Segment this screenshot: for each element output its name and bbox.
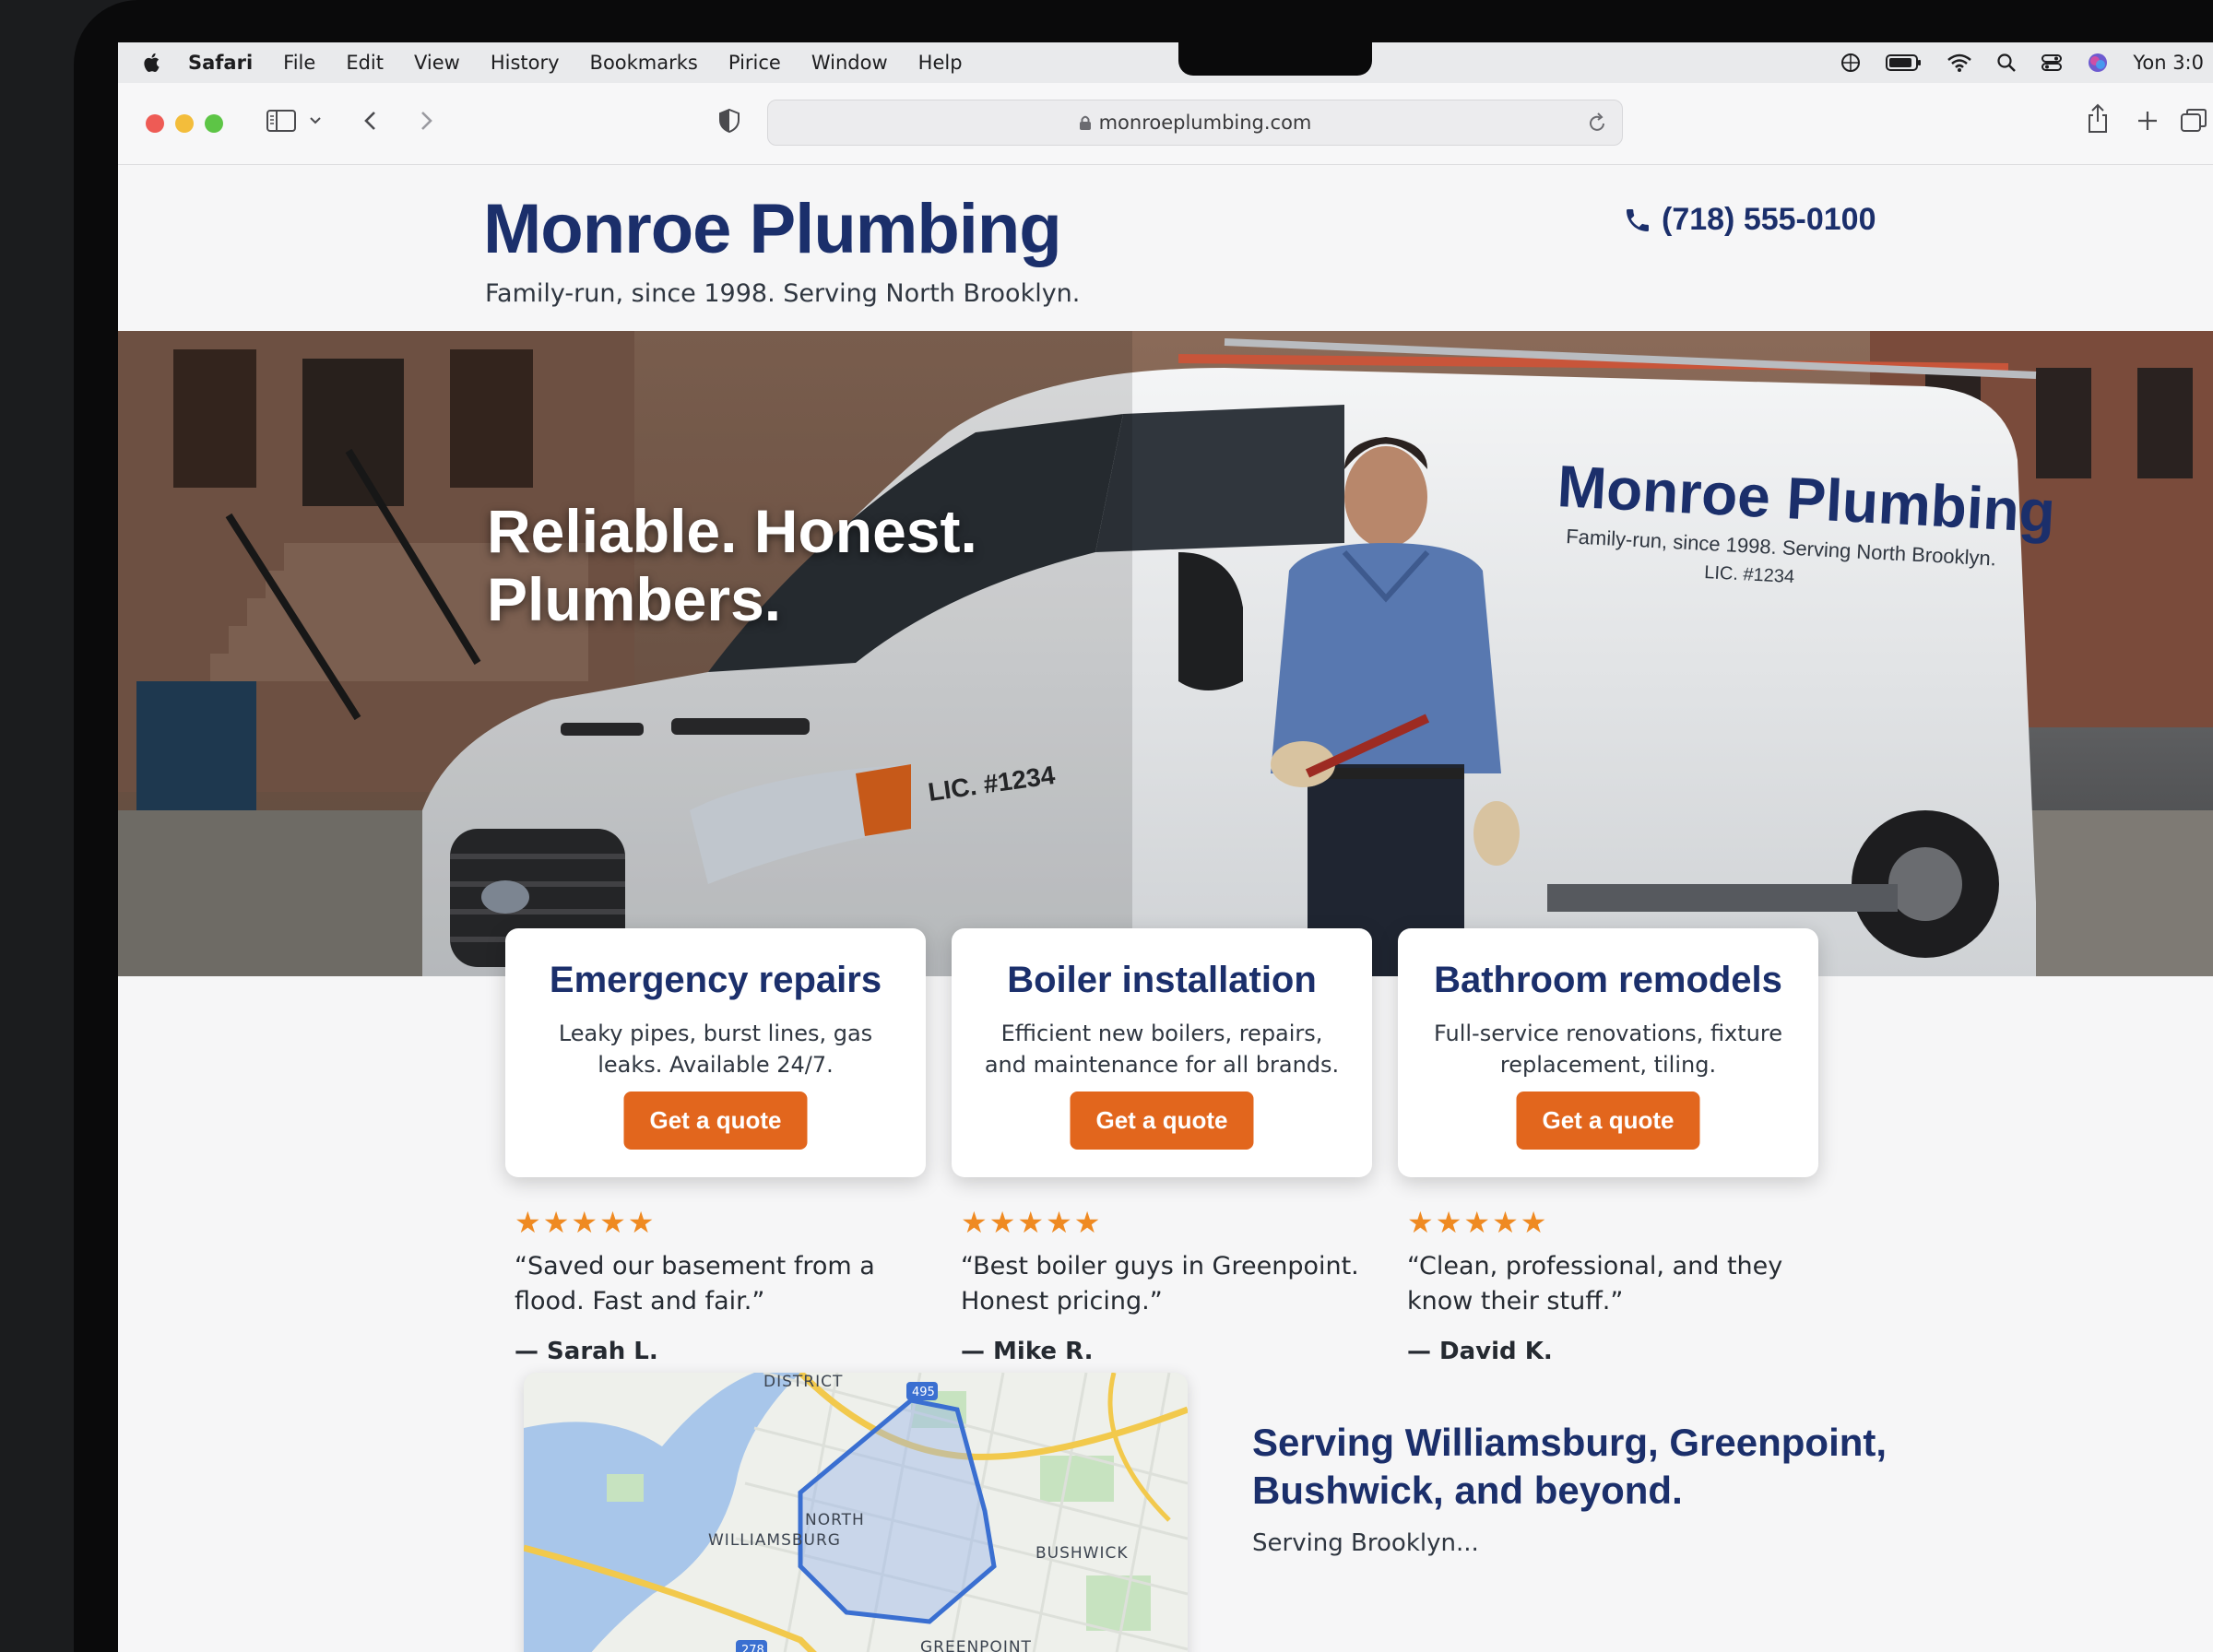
back-icon[interactable]	[360, 107, 382, 135]
service-area-subtext: Serving Brooklyn...	[1252, 1529, 1479, 1557]
review: ★★★★★ “Best boiler guys in Greenpoint. H…	[961, 1205, 1385, 1365]
service-card-description: Leaky pipes, burst lines, gas leaks. Ava…	[558, 1021, 873, 1078]
review-author: — Sarah L.	[515, 1338, 658, 1365]
wifi-icon[interactable]	[1947, 53, 1972, 73]
camera-notch	[1178, 42, 1372, 76]
menu-window[interactable]: Window	[811, 52, 888, 74]
browser-toolbar: monroeplumbing.com	[118, 83, 2213, 165]
menu-help[interactable]: Help	[918, 52, 963, 74]
service-card-boiler-installation: Boiler installation Efficient new boiler…	[952, 928, 1372, 1177]
share-icon[interactable]	[2086, 103, 2110, 135]
site-tagline: Family-run, since 1998. Serving North Br…	[485, 279, 1081, 308]
menu-view[interactable]: View	[414, 52, 460, 74]
review-text: “Clean, professional, and they know thei…	[1407, 1252, 1783, 1316]
web-page: Monroe Plumbing Family-run, since 1998. …	[118, 165, 2213, 1652]
menu-edit[interactable]: Edit	[346, 52, 384, 74]
hero-headline: Reliable. Honest. Plumbers.	[487, 497, 1132, 633]
service-area-map[interactable]: 495 278 DISTRICT NORTH WILLIAMSBURG BUSH…	[524, 1373, 1188, 1652]
menu-history[interactable]: History	[491, 52, 560, 74]
chevron-down-icon[interactable]	[308, 114, 323, 127]
map-label-greenpoint: GREENPOINT	[920, 1638, 1032, 1652]
tab-overview-icon[interactable]	[2180, 107, 2207, 135]
service-card-description: Efficient new boilers, repairs, and main…	[984, 1021, 1340, 1078]
status-area: Yon 3:0	[1840, 42, 2213, 83]
spotlight-search-icon[interactable]	[1996, 53, 2017, 73]
get-quote-button[interactable]: Get a quote	[1070, 1092, 1254, 1150]
map-label-williamsburg: WILLIAMSBURG	[708, 1531, 841, 1550]
menu-bookmarks[interactable]: Bookmarks	[590, 52, 698, 74]
menu-file[interactable]: File	[283, 52, 315, 74]
get-quote-button[interactable]: Get a quote	[623, 1092, 808, 1150]
service-card-bathroom-remodels: Bathroom remodels Full-service renovatio…	[1398, 928, 1818, 1177]
battery-icon[interactable]	[1886, 53, 1923, 73]
map-label-district: DISTRICT	[763, 1373, 844, 1391]
zoom-window-button[interactable]	[205, 114, 223, 133]
url-text: monroeplumbing.com	[1098, 112, 1312, 134]
siri-icon[interactable]	[2087, 52, 2109, 74]
apple-menu-icon[interactable]	[140, 51, 164, 75]
review: ★★★★★ “Clean, professional, and they kno…	[1407, 1205, 1831, 1365]
review-text: “Best boiler guys in Greenpoint. Honest …	[961, 1252, 1359, 1316]
screen: Safari File Edit View History Bookmarks …	[118, 42, 2213, 1652]
route-278-shield: 278	[741, 1644, 764, 1652]
service-card-description: Full-service renovations, fixture replac…	[1434, 1021, 1782, 1078]
lock-icon	[1079, 115, 1091, 130]
service-card-title: Emergency repairs	[549, 960, 882, 1000]
privacy-shield-icon[interactable]	[717, 107, 741, 135]
sidebar-icon[interactable]	[266, 107, 297, 135]
reload-icon[interactable]	[1587, 112, 1607, 134]
forward-icon[interactable]	[415, 107, 437, 135]
control-center-icon[interactable]	[2041, 53, 2063, 73]
review-author: — Mike R.	[961, 1338, 1094, 1365]
new-tab-icon[interactable]	[2136, 107, 2160, 135]
menu-bar: Safari File Edit View History Bookmarks …	[118, 42, 2213, 83]
address-bar[interactable]: monroeplumbing.com	[767, 100, 1623, 146]
hero-photo: Monroe Plumbing Family-run, since 1998. …	[118, 331, 2213, 976]
service-area-heading: Serving Williamsburg, Greenpoint, Bushwi…	[1252, 1421, 1888, 1512]
review: ★★★★★ “Saved our basement from a flood. …	[515, 1205, 939, 1365]
minimize-window-button[interactable]	[175, 114, 194, 133]
service-card-title: Bathroom remodels	[1434, 960, 1782, 1000]
star-rating: ★★★★★	[961, 1205, 1103, 1240]
phone-number: (718) 555-0100	[1662, 202, 1876, 237]
star-rating: ★★★★★	[515, 1205, 657, 1240]
service-card-emergency-repairs: Emergency repairs Leaky pipes, burst lin…	[505, 928, 926, 1177]
review-text: “Saved our basement from a flood. Fast a…	[515, 1252, 875, 1316]
menu-bar-clock[interactable]: Yon 3:0	[2133, 52, 2204, 74]
phone-icon	[1627, 208, 1649, 231]
route-495-shield: 495	[912, 1386, 935, 1399]
focus-icon[interactable]	[1840, 52, 1862, 74]
map-label-bushwick: BUSHWICK	[1035, 1544, 1129, 1563]
get-quote-button[interactable]: Get a quote	[1516, 1092, 1700, 1150]
site-title[interactable]: Monroe Plumbing	[483, 189, 1062, 269]
hero-headline-line-1: Reliable. Honest.	[487, 497, 977, 565]
review-author: — David K.	[1407, 1338, 1553, 1365]
star-rating: ★★★★★	[1407, 1205, 1549, 1240]
phone-link[interactable]: (718) 555-0100	[1623, 202, 1876, 238]
hero-headline-line-2: Plumbers.	[487, 565, 782, 633]
service-card-title: Boiler installation	[1007, 960, 1317, 1000]
map-label-north: NORTH	[805, 1511, 865, 1529]
menu-app-safari[interactable]: Safari	[188, 52, 253, 74]
close-window-button[interactable]	[146, 114, 164, 133]
menu-pirice[interactable]: Pirice	[728, 52, 781, 74]
hero-section: Monroe Plumbing Family-run, since 1998. …	[118, 331, 2213, 976]
